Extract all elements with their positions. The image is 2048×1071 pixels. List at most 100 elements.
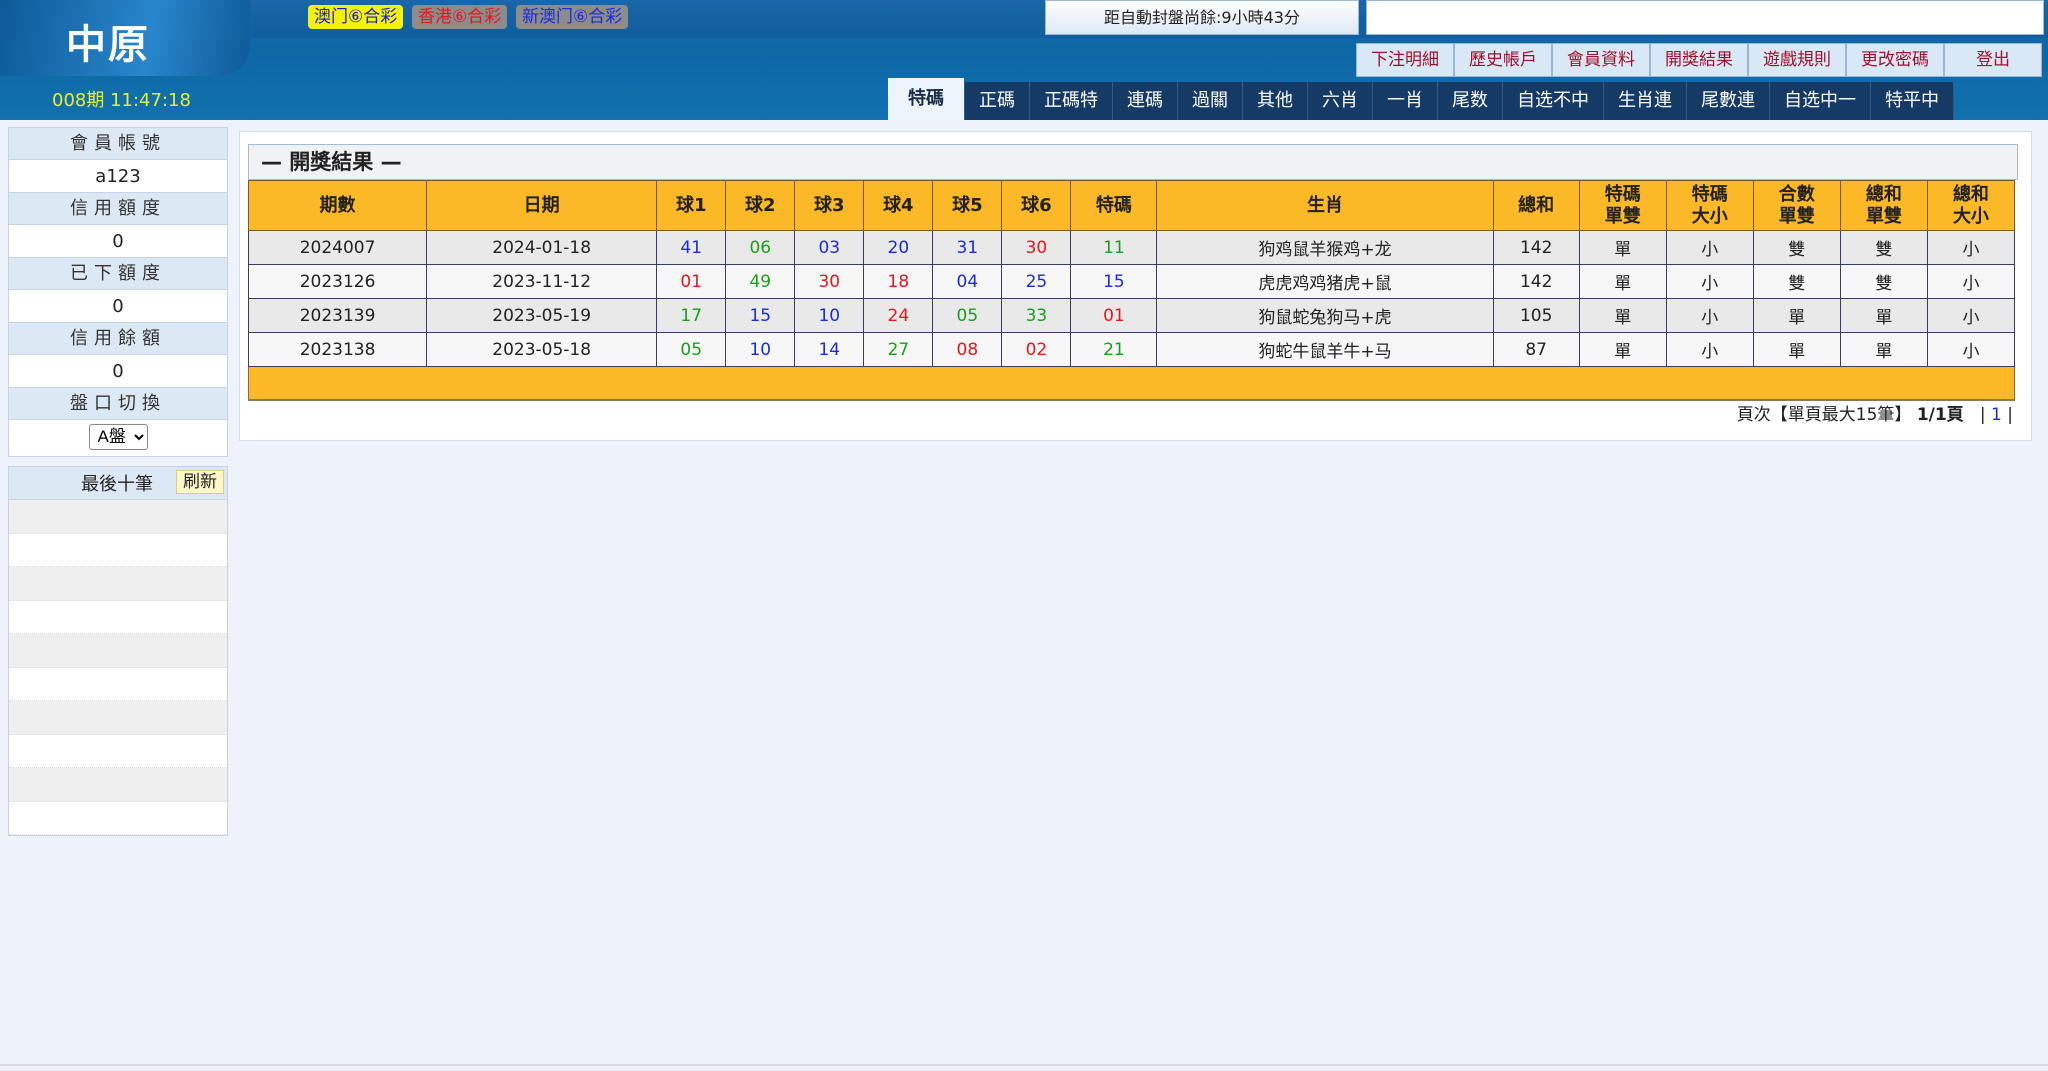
last-ten-label: 最後十筆: [81, 474, 153, 495]
period-cell: 2024007: [247, 230, 428, 265]
comb-odd-cell: 單: [1752, 332, 1841, 367]
header: 中原 澳门⑥合彩 香港⑥合彩 新澳门⑥合彩 距自動封盤尚餘:9小時43分 下注明細歷…: [0, 0, 2048, 120]
sum-odd-cell: 單: [1839, 298, 1928, 333]
ball-cell: 14: [794, 332, 865, 367]
date-cell: 2024-01-18: [426, 230, 658, 265]
market-select[interactable]: A盤: [88, 423, 148, 450]
balance-value: 0: [9, 355, 227, 388]
sum-odd-cell: 雙: [1839, 264, 1928, 299]
tab-9[interactable]: 自选不中: [1503, 82, 1604, 120]
ball-cell: 25: [1001, 264, 1072, 299]
tab-12[interactable]: 自选中一: [1770, 82, 1871, 120]
lottery-tab[interactable]: 澳门⑥合彩: [308, 5, 404, 29]
ball-cell: 04: [932, 264, 1003, 299]
date-cell: 2023-11-12: [426, 264, 658, 299]
last-ten-row: [9, 701, 227, 735]
sp-size-cell: 小: [1665, 332, 1754, 367]
sp-odd-cell: 單: [1578, 264, 1667, 299]
results-table: 期數 日期 球1 球2 球3 球4 球5 球6 特碼 生肖 總和 特碼 單雙 特碼 大小 合數 單雙 總和 單雙 總和…: [247, 180, 2016, 401]
table-row: 2023126 2023-11-12 01 49 30 18 04 25 15 虎虎鸡鸡猪虎+鼠 1…: [247, 264, 2016, 299]
tab-10[interactable]: 生肖連: [1604, 82, 1687, 120]
tab-11[interactable]: 尾數連: [1687, 82, 1770, 120]
column-header: 特碼 大小: [1665, 180, 1754, 231]
sum-size-cell: 小: [1926, 298, 2016, 333]
sp-size-cell: 小: [1665, 230, 1754, 265]
ball-cell: 15: [725, 298, 796, 333]
tab-7[interactable]: 一肖: [1373, 82, 1438, 120]
special-cell: 21: [1070, 332, 1158, 367]
ball-cell: 06: [725, 230, 796, 265]
date-cell: 2023-05-19: [426, 298, 658, 333]
credit-value: 0: [9, 225, 227, 258]
top-link[interactable]: 會員資料: [1552, 43, 1650, 77]
tab-8[interactable]: 尾数: [1438, 82, 1503, 120]
ball-cell: 30: [794, 264, 865, 299]
ball-cell: 41: [656, 230, 727, 265]
column-header: 合數 單雙: [1752, 180, 1841, 231]
ball-cell: 10: [725, 332, 796, 367]
column-header: 球5: [932, 180, 1003, 231]
column-header: 總和: [1492, 180, 1580, 231]
tab-4[interactable]: 過關: [1178, 82, 1243, 120]
tab-2[interactable]: 正碼特: [1030, 82, 1113, 120]
account-label: 會員帳號: [9, 128, 227, 160]
last-ten-row: [9, 801, 227, 835]
period-cell: 2023126: [247, 264, 428, 299]
column-header: 期數: [247, 180, 428, 231]
date-cell: 2023-05-18: [426, 332, 658, 367]
ball-cell: 05: [656, 332, 727, 367]
tab-0[interactable]: 特碼: [888, 78, 965, 120]
top-link[interactable]: 歷史帳戶: [1454, 43, 1552, 77]
tab-3[interactable]: 連碼: [1113, 82, 1178, 120]
sp-size-cell: 小: [1665, 298, 1754, 333]
tab-1[interactable]: 正碼: [965, 82, 1030, 120]
ball-cell: 02: [1001, 332, 1072, 367]
results-panel: — 開獎結果 — 期數 日期 球1 球2 球3 球4 球5 球6 特碼 生肖 總和 特碼 單雙 特碼 大小合…: [239, 131, 2032, 441]
last-ten-row: [9, 667, 227, 701]
sp-odd-cell: 單: [1578, 298, 1667, 333]
tab-13[interactable]: 特平中: [1871, 82, 1954, 120]
sp-odd-cell: 單: [1578, 332, 1667, 367]
top-link[interactable]: 開獎結果: [1650, 43, 1748, 77]
tab-5[interactable]: 其他: [1243, 82, 1308, 120]
refresh-button[interactable]: 刷新: [176, 470, 224, 494]
top-link[interactable]: 遊戲規則: [1748, 43, 1846, 77]
account-panel: 會員帳號 a123 信用額度 0 已下額度 0 信用餘額 0 盤口切換 A盤: [8, 127, 228, 457]
sum-odd-cell: 單: [1839, 332, 1928, 367]
column-header: 總和 大小: [1926, 180, 2016, 231]
lottery-tab[interactable]: 香港⑥合彩: [412, 5, 508, 29]
ball-cell: 03: [794, 230, 865, 265]
footer-cell: [248, 366, 2015, 401]
last-ten-row: [9, 533, 227, 567]
sum-cell: 87: [1492, 332, 1580, 367]
table-footer: [248, 366, 2015, 401]
column-header: 球4: [863, 180, 934, 231]
sp-odd-cell: 單: [1578, 230, 1667, 265]
ball-cell: 30: [1001, 230, 1072, 265]
sum-size-cell: 小: [1926, 332, 2016, 367]
last-ten-row: [9, 734, 227, 768]
used-value: 0: [9, 290, 227, 323]
logo-area: 中原: [0, 0, 250, 76]
last-ten-panel: 最後十筆 刷新: [8, 466, 228, 836]
countdown: 距自動封盤尚餘:9小時43分: [1045, 0, 1359, 35]
ball-cell: 27: [863, 332, 934, 367]
last-ten-row: [9, 500, 227, 534]
used-label: 已下額度: [9, 258, 227, 290]
ball-cell: 05: [932, 298, 1003, 333]
tab-6[interactable]: 六肖: [1308, 82, 1373, 120]
ball-cell: 24: [863, 298, 934, 333]
zodiac-cell: 狗蛇牛鼠羊牛+马: [1156, 332, 1494, 367]
top-link[interactable]: 登出: [1944, 43, 2042, 77]
lottery-tab[interactable]: 新澳门⑥合彩: [516, 5, 629, 29]
column-header: 球1: [656, 180, 727, 231]
ball-cell: 08: [932, 332, 1003, 367]
ball-cell: 10: [794, 298, 865, 333]
top-link[interactable]: 更改密碼: [1846, 43, 1944, 77]
sum-cell: 105: [1492, 298, 1580, 333]
credit-label: 信用額度: [9, 193, 227, 225]
zodiac-cell: 狗鼠蛇兔狗马+虎: [1156, 298, 1494, 333]
top-link[interactable]: 下注明細: [1356, 43, 1454, 77]
special-cell: 15: [1070, 264, 1158, 299]
page-link[interactable]: 1: [1991, 405, 2002, 425]
